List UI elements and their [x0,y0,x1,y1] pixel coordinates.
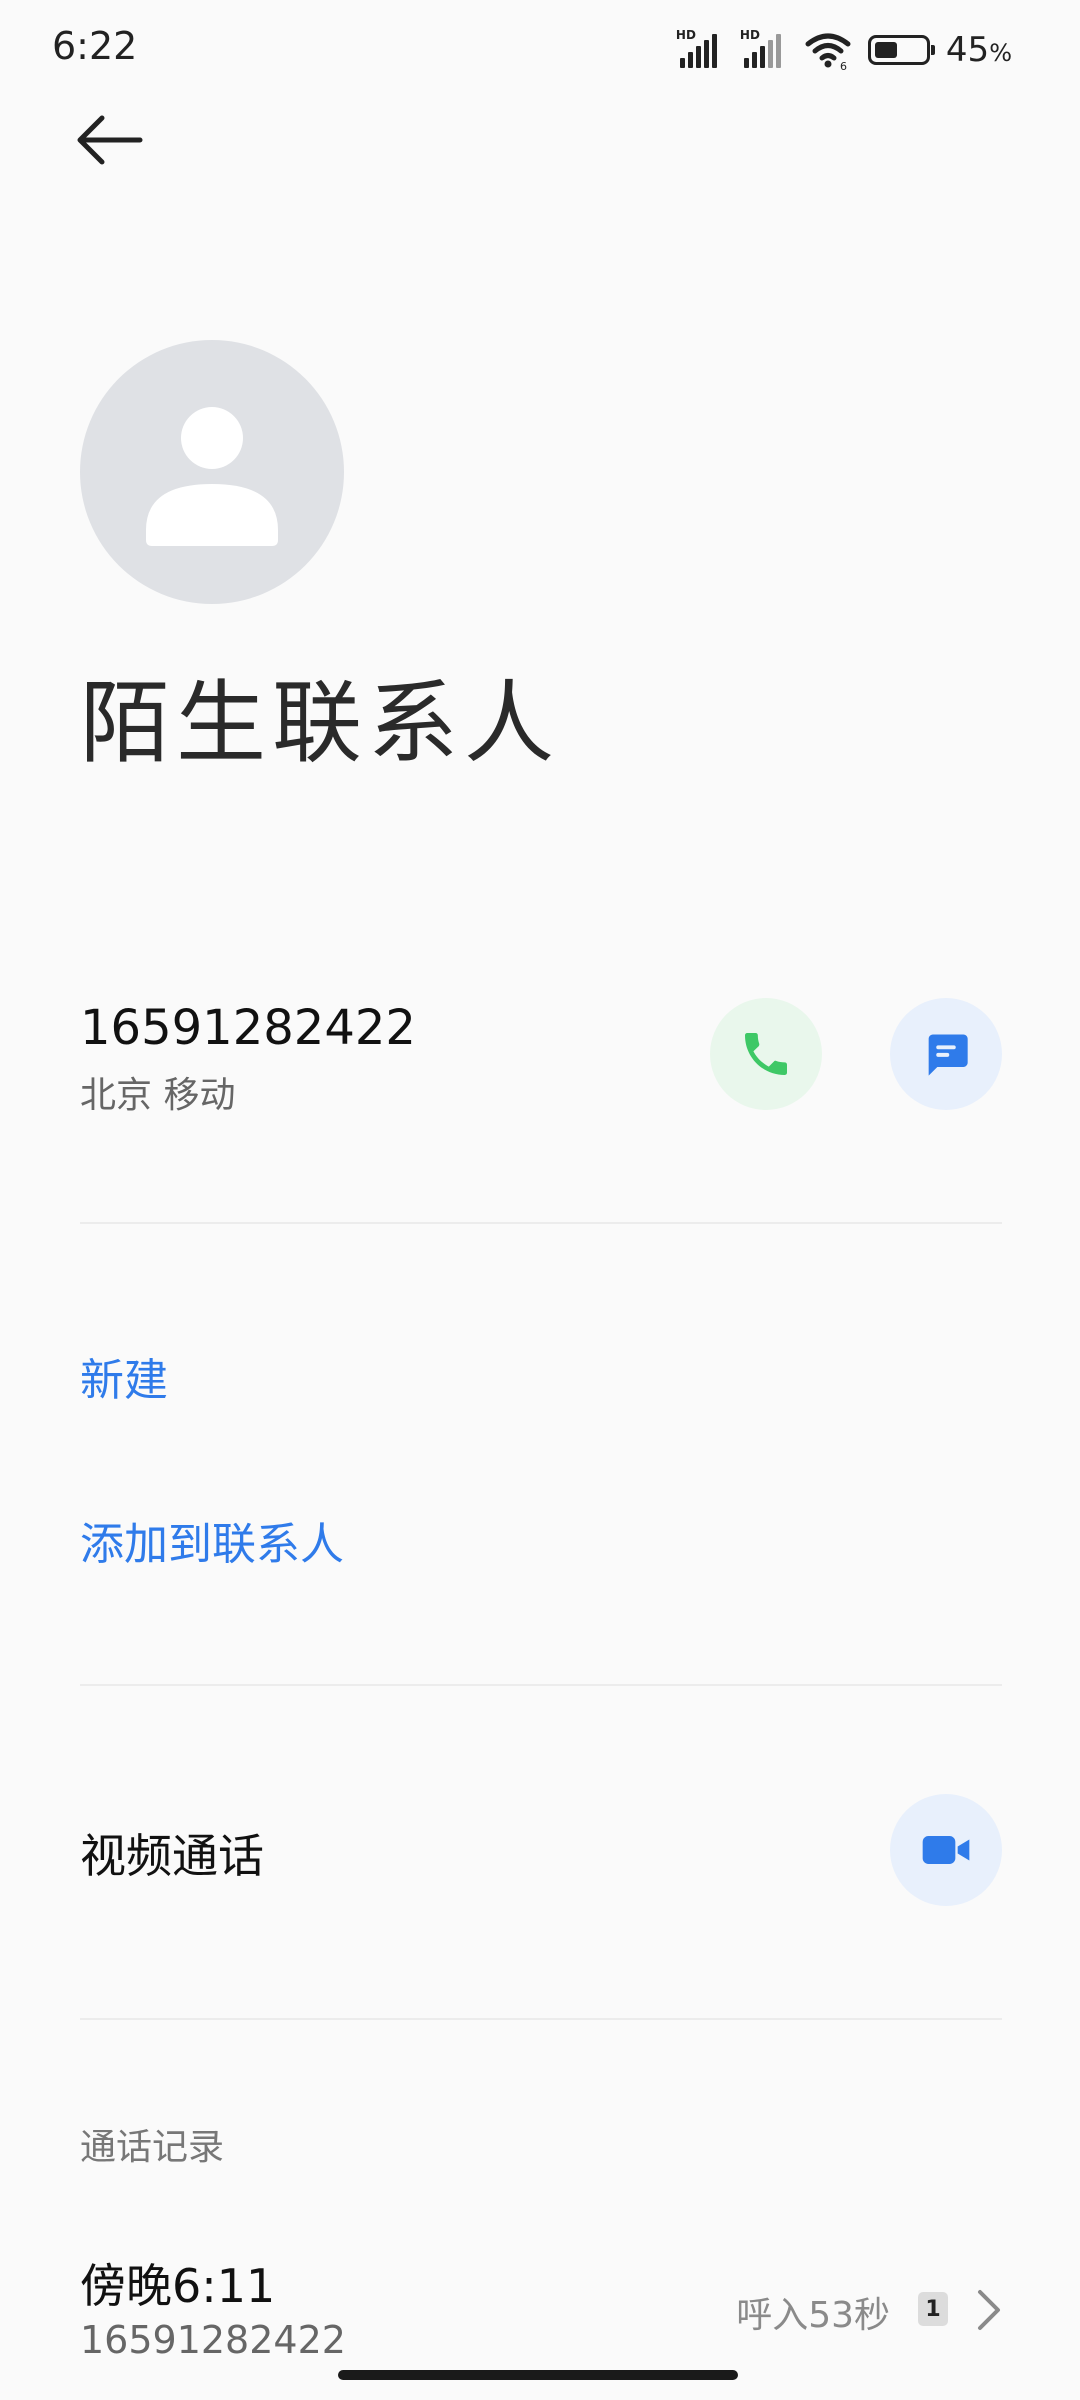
divider [80,1684,1002,1686]
message-button[interactable] [890,998,1002,1110]
call-button[interactable] [710,998,822,1110]
wifi-icon: 6 [805,33,851,70]
status-icons: HD HD 6 45% [676,28,1012,72]
battery-icon [867,35,935,65]
status-bar: 6:22 HD HD 6 45% [0,0,1080,100]
video-camera-icon [922,1836,970,1864]
avatar [80,340,344,604]
battery-level [874,42,897,58]
signal-sim2-icon: HD [740,28,794,70]
arrow-left-icon [77,115,143,165]
call-log-number: 16591282422 [80,2318,346,2362]
phone-number[interactable]: 16591282422 [80,1000,416,1056]
video-call-button[interactable] [890,1794,1002,1906]
new-contact-button[interactable]: 新建 [80,1344,168,1408]
contact-name: 陌生联系人 [80,671,560,776]
divider [80,2018,1002,2020]
battery-percentage: 45% [945,30,1012,70]
call-log-title: 通话记录 [80,2127,225,2168]
number-location: 北京 移动 [80,1075,236,1116]
call-log-detail: 呼入53秒 [736,2295,890,2336]
sim-badge: 1 [918,2292,948,2326]
status-time: 6:22 [52,24,138,68]
back-button[interactable] [70,108,150,172]
home-indicator[interactable] [338,2370,738,2380]
phone-icon [745,1033,787,1075]
call-log-item[interactable]: 傍晚6:11 16591282422 呼入53秒 1 [0,2230,1080,2370]
divider [80,1222,1002,1224]
person-icon [146,407,278,546]
svg-text:6: 6 [840,60,847,70]
signal-sim1-icon: HD [676,28,730,70]
add-to-contacts-button[interactable]: 添加到联系人 [80,1508,344,1572]
chevron-right-icon [978,2290,1000,2330]
call-log-time: 傍晚6:11 [80,2259,276,2313]
message-icon [928,1034,968,1076]
video-call-label: 视频通话 [80,1829,264,1883]
